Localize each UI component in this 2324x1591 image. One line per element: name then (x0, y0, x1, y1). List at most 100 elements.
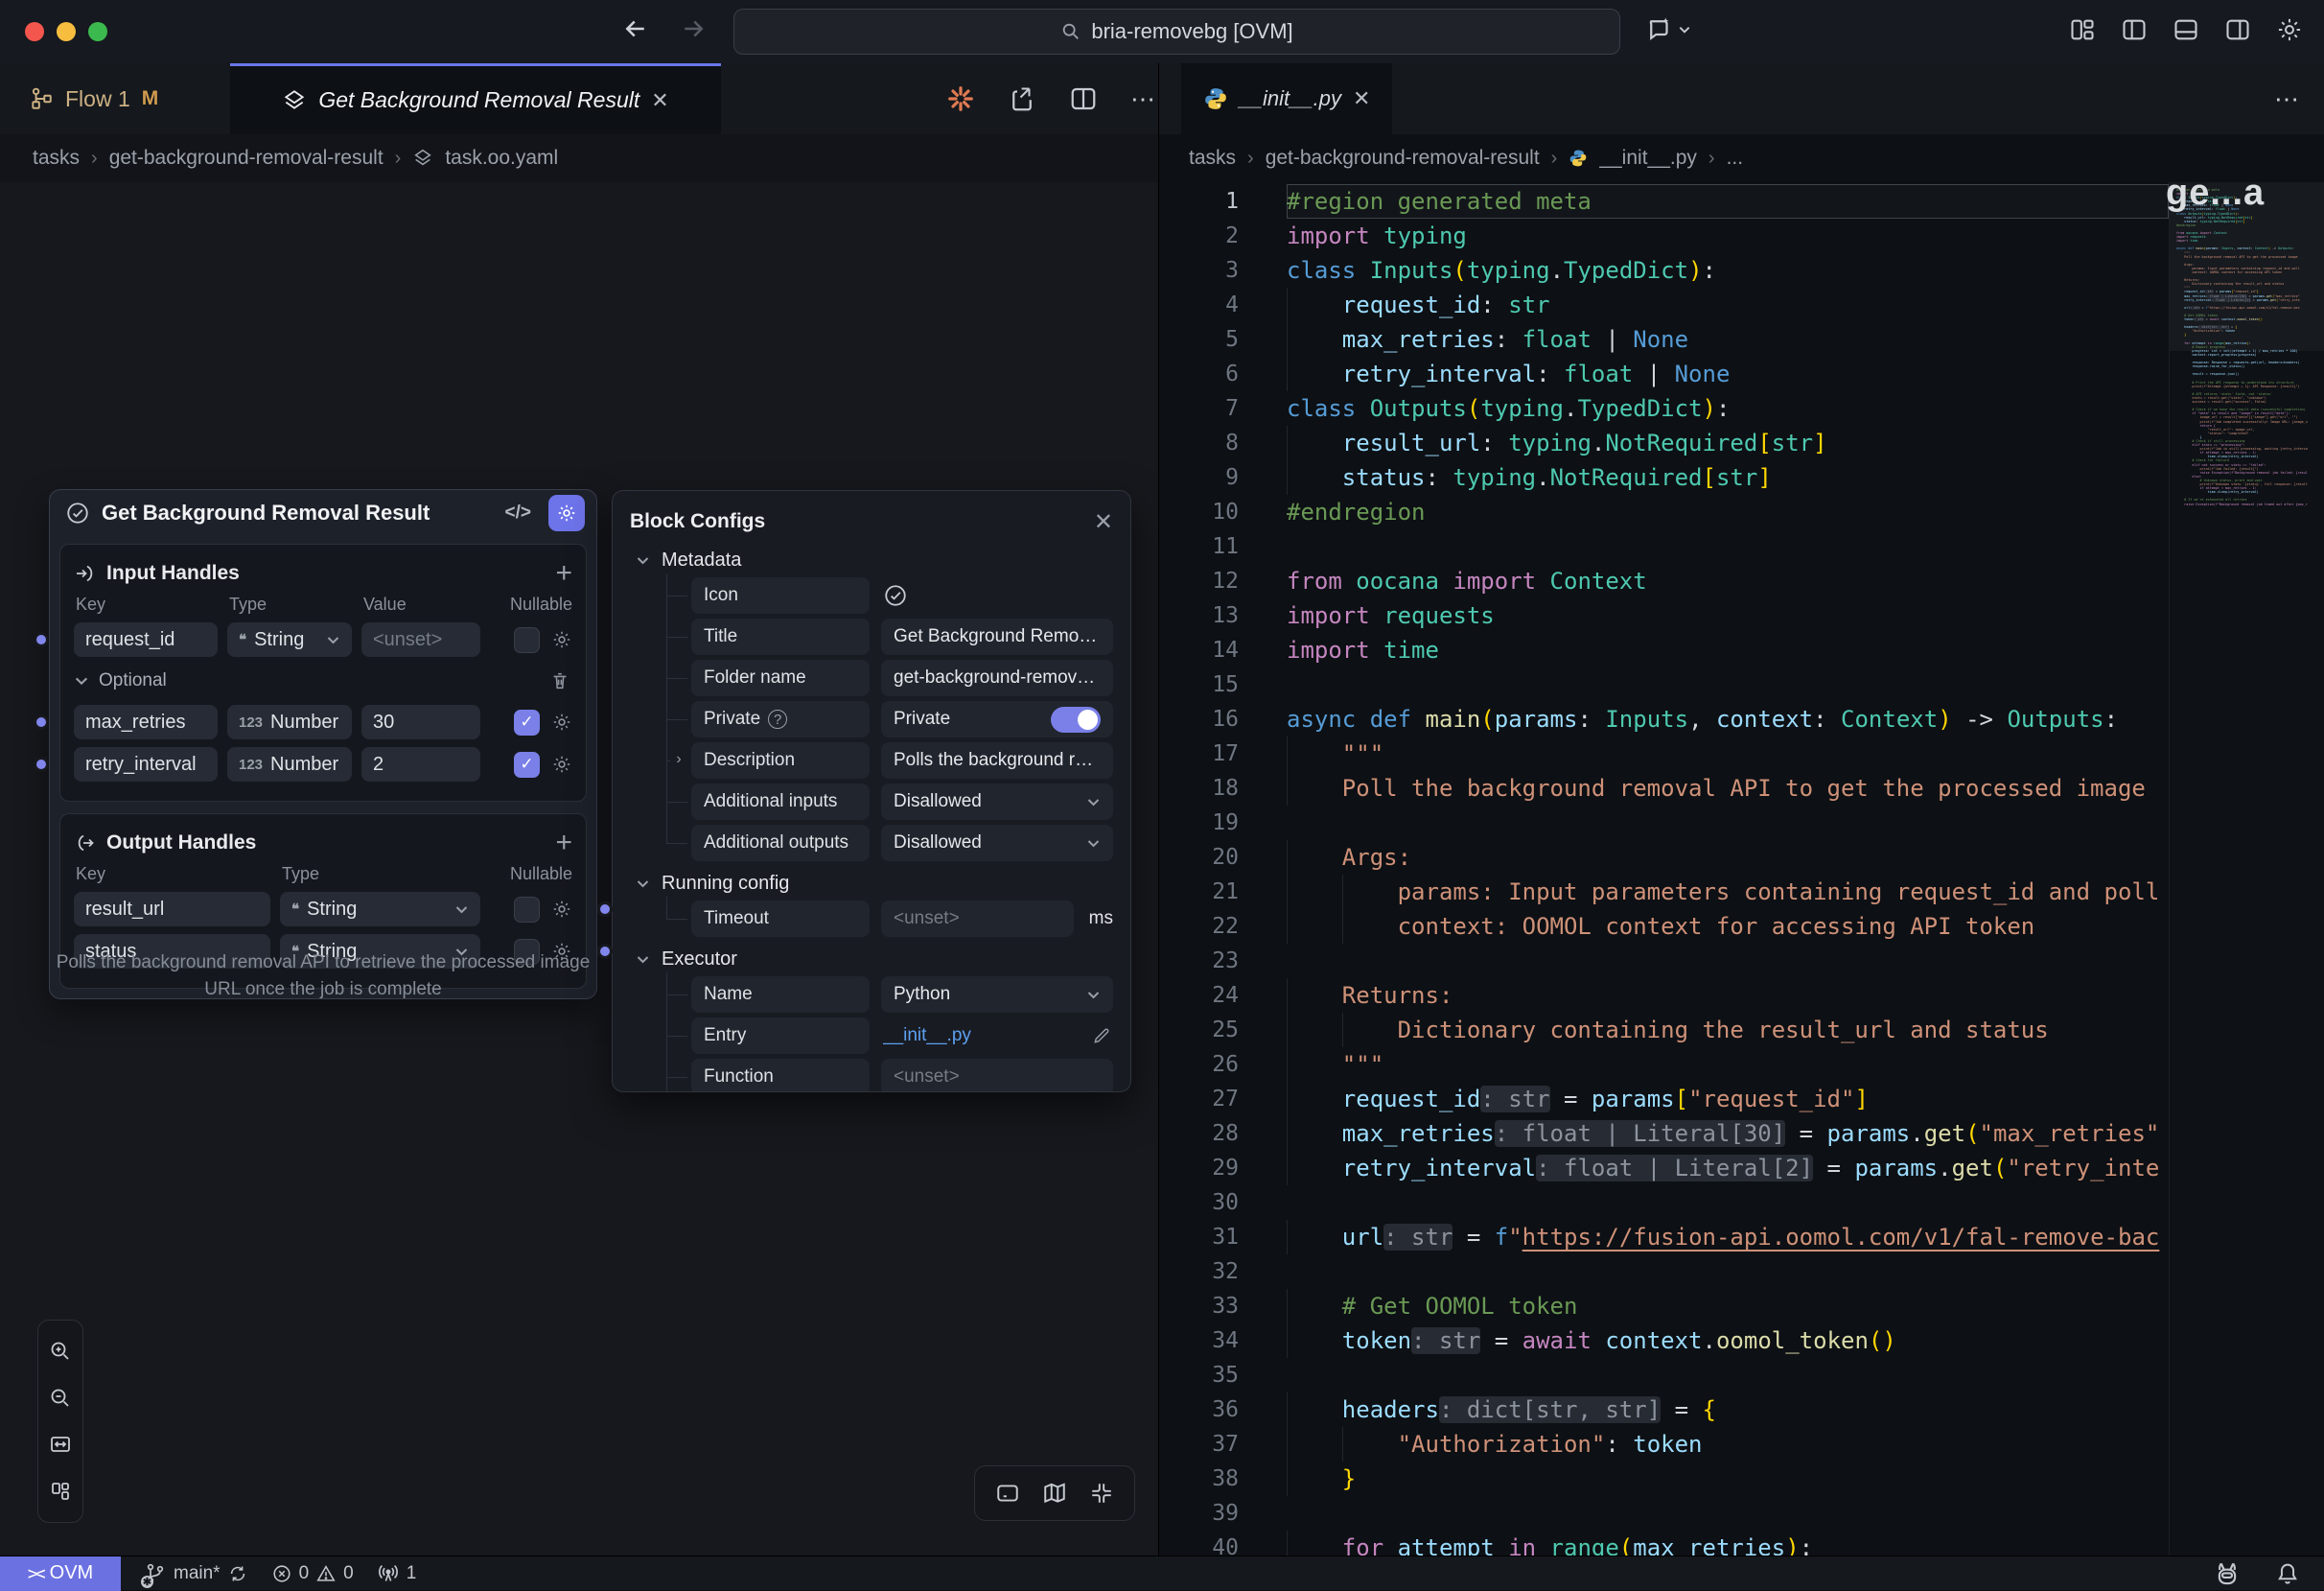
tab-flow-1[interactable]: Flow 1 M (0, 63, 230, 134)
input-handle-dot[interactable] (34, 632, 49, 647)
ai-starburst-button[interactable] (944, 82, 977, 115)
add-input-button[interactable]: + (555, 559, 572, 588)
toggle-secondary-sidebar-button[interactable] (2222, 14, 2253, 45)
code-line[interactable]: 33 # Get OOMOL token (1158, 1289, 2169, 1323)
back-button[interactable] (621, 14, 650, 43)
node-settings-button[interactable] (548, 495, 585, 531)
code-line[interactable]: 2import typing (1158, 219, 2169, 253)
code-line[interactable]: 11 (1158, 529, 2169, 564)
config-value[interactable]: <unset> (881, 1059, 1113, 1092)
config-value[interactable]: Polls the background removal API ... (881, 742, 1113, 779)
nullable-checkbox[interactable] (514, 897, 540, 923)
close-window-button[interactable] (25, 22, 44, 41)
code-line[interactable]: 6 retry_interval: float | None (1158, 357, 2169, 391)
config-section-running-config[interactable]: Running config (630, 866, 1113, 901)
remote-indicator[interactable]: >< OVM (0, 1556, 121, 1591)
maximize-window-button[interactable] (88, 22, 107, 41)
private-toggle[interactable] (1051, 707, 1101, 733)
code-line[interactable]: 30 (1158, 1185, 2169, 1220)
code-line[interactable]: 4 request_id: str (1158, 288, 2169, 322)
config-section-executor[interactable]: Executor (630, 942, 1113, 976)
minimize-window-button[interactable] (57, 22, 76, 41)
code-line[interactable]: 9 status: typing.NotRequired[str] (1158, 460, 2169, 495)
code-line[interactable]: 32 (1158, 1254, 2169, 1289)
type-select[interactable]: ❝String (280, 892, 480, 926)
config-value[interactable]: Private (881, 701, 1113, 737)
config-value[interactable]: Disallowed (881, 825, 1113, 861)
row-settings-button[interactable] (551, 712, 572, 733)
breadcrumb-item[interactable]: tasks (33, 147, 80, 170)
zoom-in-button[interactable] (47, 1338, 74, 1365)
breadcrumb-item[interactable]: task.oo.yaml (445, 147, 558, 170)
copilot-chat-button[interactable] (1645, 15, 1691, 44)
code-line[interactable]: 5 max_retries: float | None (1158, 322, 2169, 357)
code-line[interactable]: 26 """ (1158, 1047, 2169, 1082)
toggle-minimap-button[interactable] (1040, 1479, 1069, 1508)
notifications-button[interactable] (2272, 1558, 2303, 1589)
code-line[interactable]: 23 (1158, 944, 2169, 978)
code-line[interactable]: 25 Dictionary containing the result_url … (1158, 1013, 2169, 1047)
fit-view-button[interactable] (47, 1431, 74, 1458)
close-tab-button[interactable]: ✕ (651, 88, 668, 113)
command-center-search[interactable]: bria-removebg [OVM] (733, 9, 1620, 55)
code-line[interactable]: 10#endregion (1158, 495, 2169, 529)
code-line[interactable]: 8 result_url: typing.NotRequired[str] (1158, 426, 2169, 460)
customize-layout-button[interactable] (2067, 14, 2098, 45)
view-code-button[interactable]: </> (505, 503, 531, 524)
code-line[interactable]: 3class Inputs(typing.TypedDict): (1158, 253, 2169, 288)
code-line[interactable]: 34 token: str = await context.oomol_toke… (1158, 1323, 2169, 1358)
expand-row-icon[interactable]: › (670, 751, 687, 768)
problems-item[interactable]: 0 0 (271, 1563, 354, 1584)
toggle-console-button[interactable] (993, 1479, 1022, 1508)
code-line[interactable]: 7class Outputs(typing.TypedDict): (1158, 391, 2169, 426)
node-header[interactable]: Get Background Removal Result </> (50, 490, 596, 536)
code-line[interactable]: 39 (1158, 1496, 2169, 1531)
minimap[interactable]: ge...a #region generated metaimport typi… (2169, 182, 2324, 1556)
code-line[interactable]: 17 """ (1158, 737, 2169, 771)
layout-nodes-button[interactable] (47, 1478, 74, 1505)
assistant-mascot-button[interactable] (2211, 1557, 2243, 1590)
code-line[interactable]: 38 } (1158, 1462, 2169, 1496)
breadcrumb-item[interactable]: ... (1727, 147, 1744, 170)
breadcrumb-item[interactable]: get-background-removal-result (109, 147, 383, 170)
code-line[interactable]: 28 max_retries: float | Literal[30] = pa… (1158, 1116, 2169, 1151)
key-field[interactable]: request_id (74, 622, 218, 657)
row-settings-button[interactable] (551, 754, 572, 775)
more-actions-button[interactable]: ⋯ (1128, 82, 1159, 116)
output-handle-dot[interactable] (597, 944, 613, 959)
code-editor[interactable]: 1#region generated meta2import typing3cl… (1158, 182, 2324, 1556)
config-value[interactable]: Python (881, 976, 1113, 1013)
config-value[interactable]: __init__.py (881, 1018, 1113, 1054)
code-line[interactable]: 24 Returns: (1158, 978, 2169, 1013)
type-select[interactable]: ❝String (227, 622, 352, 657)
breadcrumb-item[interactable]: __init__.py (1599, 147, 1697, 170)
git-branch-item[interactable]: ✱ main* (144, 1562, 248, 1585)
code-line[interactable]: 1#region generated meta (1158, 184, 2169, 219)
config-section-metadata[interactable]: Metadata (630, 543, 1113, 577)
config-value[interactable]: get-background-removal-result (881, 660, 1113, 696)
code-line[interactable]: 37 "Authorization": token (1158, 1427, 2169, 1462)
key-field[interactable]: max_retries (74, 705, 218, 739)
tab-task-active[interactable]: Get Background Removal Result ✕ (230, 63, 721, 134)
code-line[interactable]: 12from oocana import Context (1158, 564, 2169, 598)
flow-canvas[interactable]: Get Background Removal Result </> Input … (0, 182, 1158, 1556)
key-field[interactable]: result_url (74, 892, 270, 926)
type-select[interactable]: 123Number (227, 705, 352, 739)
breadcrumb-item[interactable]: get-background-removal-result (1266, 147, 1540, 170)
config-value[interactable]: <unset> (881, 901, 1074, 937)
code-line[interactable]: 14import time (1158, 633, 2169, 667)
code-line[interactable]: 35 (1158, 1358, 2169, 1392)
config-value[interactable]: Get Background Removal Result (881, 619, 1113, 655)
input-handle-dot[interactable] (34, 714, 49, 730)
close-tab-button[interactable]: ✕ (1353, 86, 1370, 111)
tab-init-py[interactable]: __init__.py ✕ (1181, 63, 1392, 134)
zoom-out-button[interactable] (47, 1385, 74, 1412)
row-settings-button[interactable] (551, 899, 572, 920)
row-settings-button[interactable] (551, 629, 572, 650)
code-line[interactable]: 31 url: str = f"https://fusion-api.oomol… (1158, 1220, 2169, 1254)
code-lines[interactable]: 1#region generated meta2import typing3cl… (1158, 184, 2169, 1556)
forward-button[interactable] (679, 14, 708, 43)
code-line[interactable]: 16async def main(params: Inputs, context… (1158, 702, 2169, 737)
collapse-view-button[interactable] (1087, 1479, 1116, 1508)
code-line[interactable]: 15 (1158, 667, 2169, 702)
